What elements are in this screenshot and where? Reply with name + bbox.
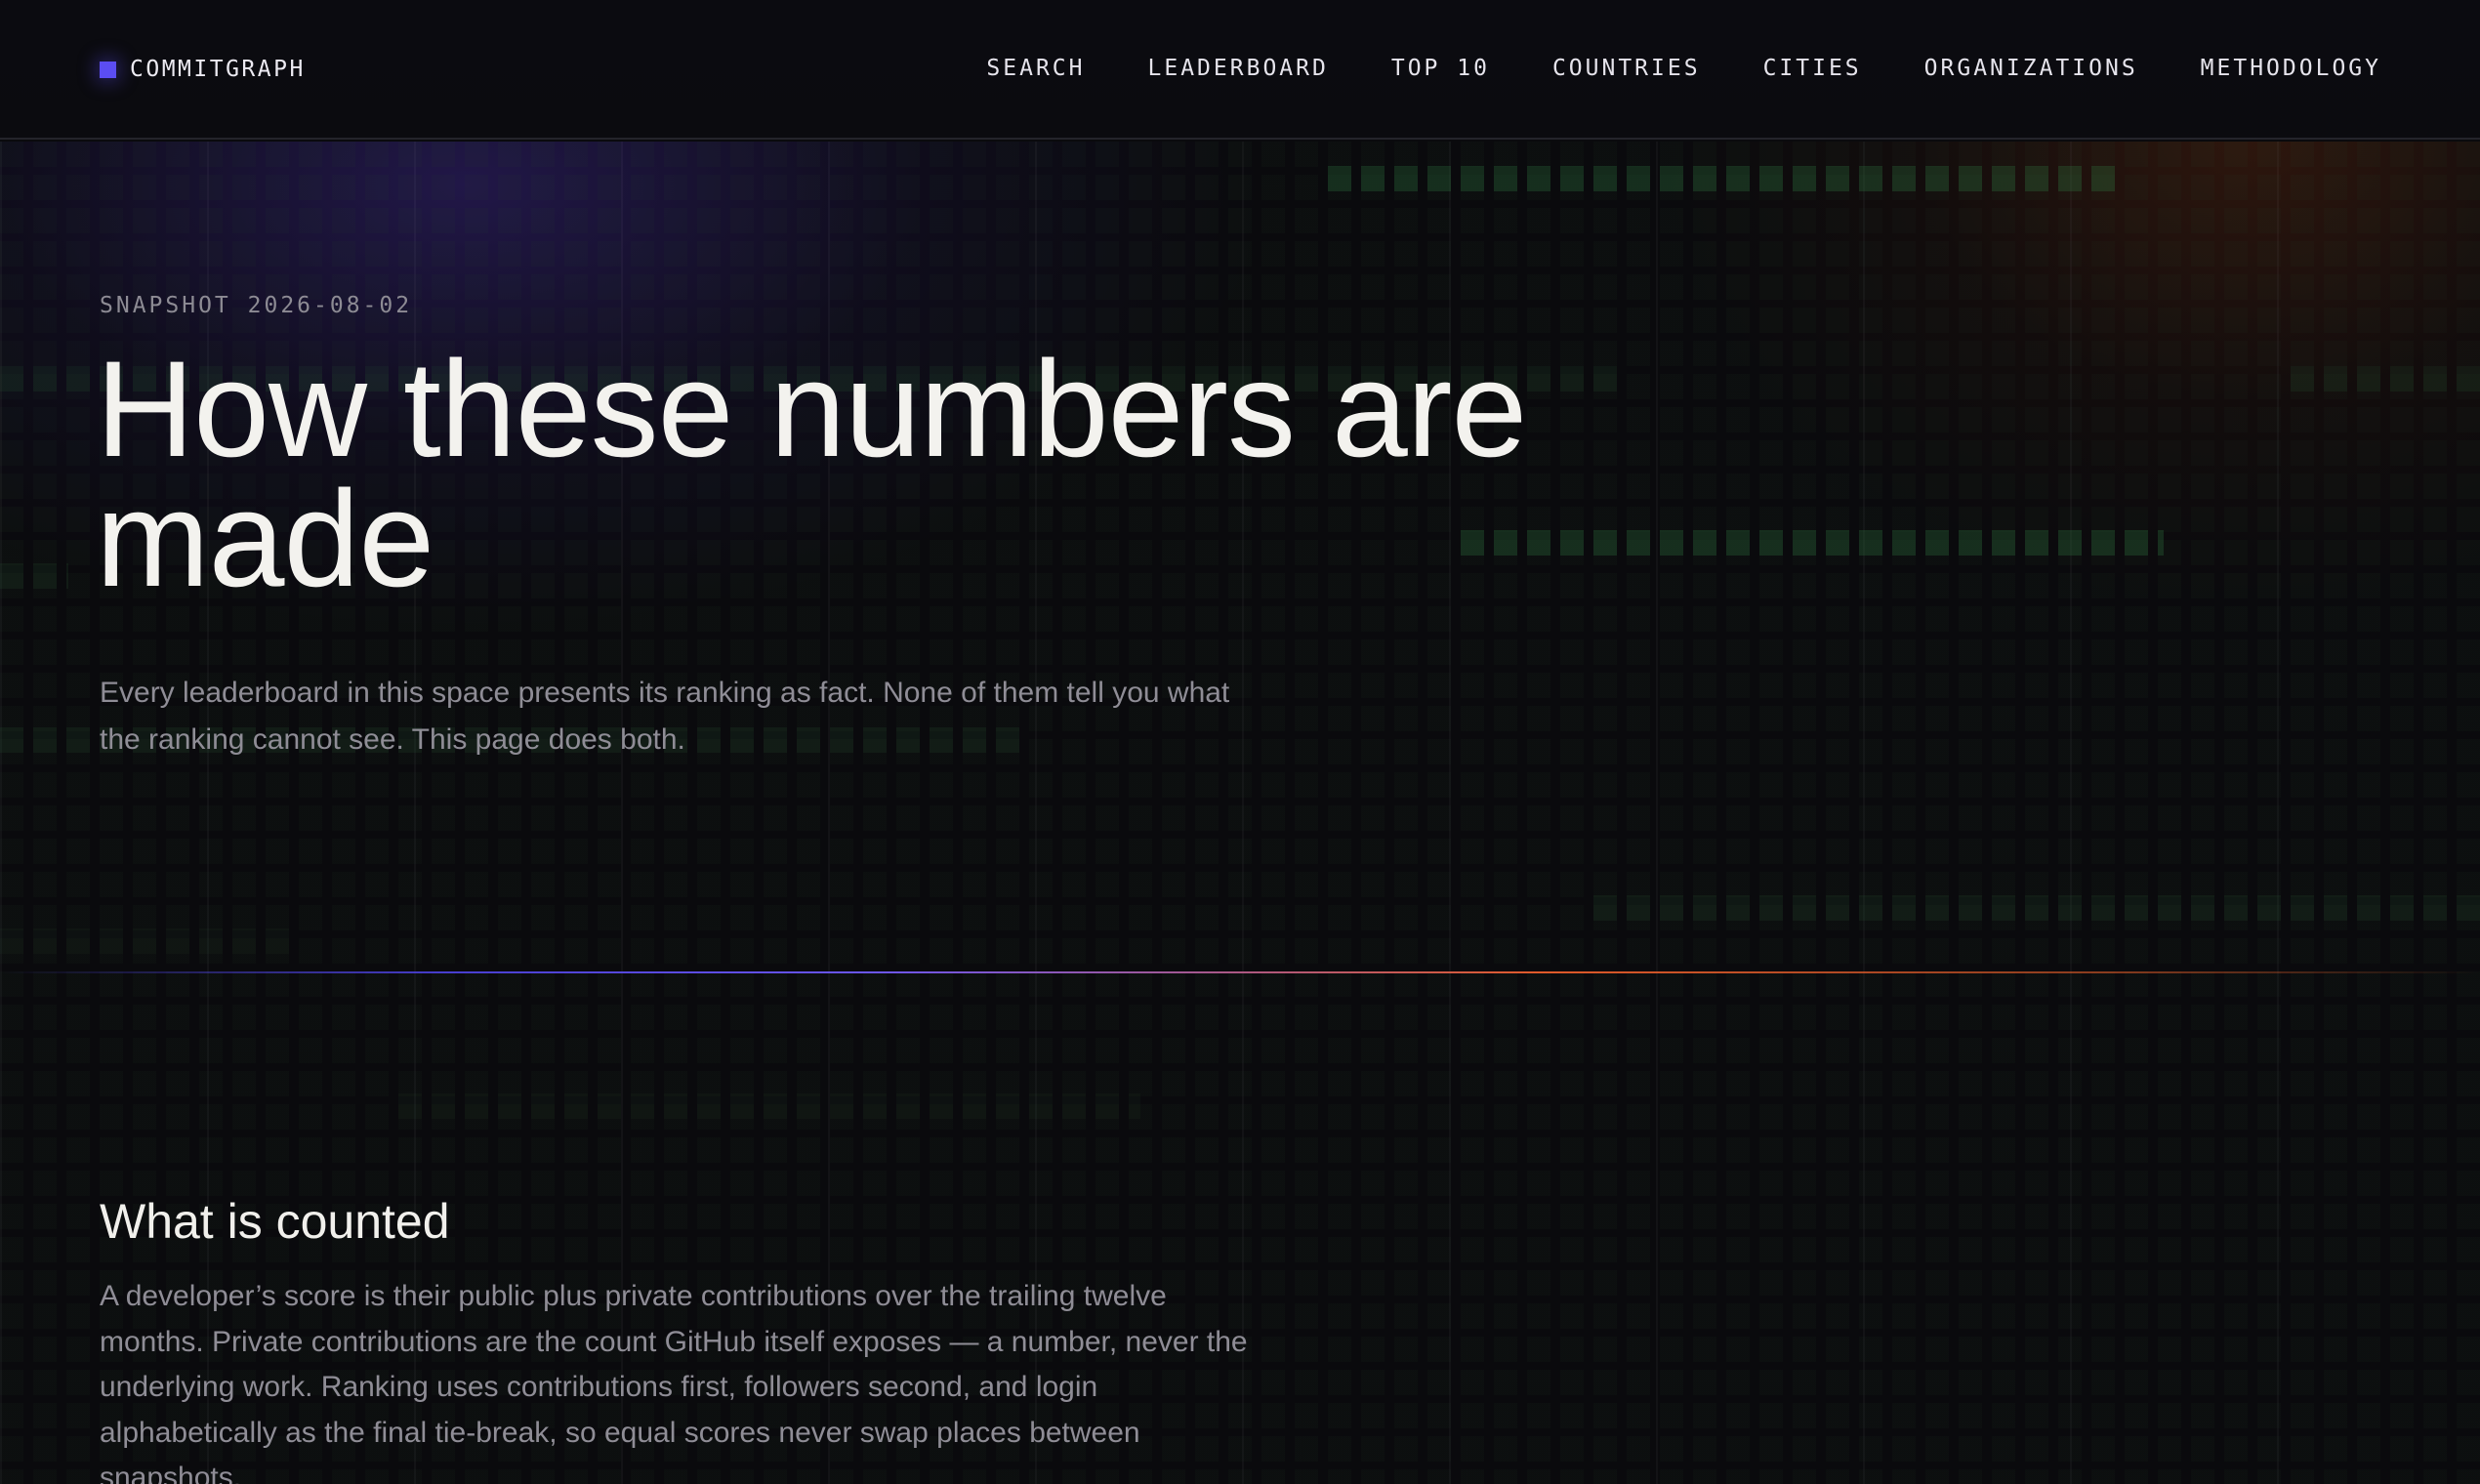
snapshot-date: SNAPSHOT 2026-08-02 xyxy=(100,293,413,318)
nav-item-top-10: TOP 10 xyxy=(1391,56,1490,81)
nav-item-countries: COUNTRIES xyxy=(1552,56,1701,81)
nav-item-search: SEARCH xyxy=(986,56,1085,81)
nav-menu: SEARCH LEADERBOARD TOP 10 COUNTRIES CITI… xyxy=(986,53,2381,84)
nav-item-cities: CITIES xyxy=(1763,56,1862,81)
nav-link-organizations[interactable]: ORGANIZATIONS xyxy=(1924,56,2138,81)
nav-link-cities[interactable]: CITIES xyxy=(1763,56,1862,81)
methodology-page: COMMITGRAPH SEARCH LEADERBOARD TOP 10 CO… xyxy=(0,0,2480,1484)
contribution-cell-row xyxy=(2291,366,2480,392)
contribution-cell-row xyxy=(398,1093,1140,1119)
contribution-cell-row xyxy=(1328,166,2119,191)
nav-link-search[interactable]: SEARCH xyxy=(986,56,1085,81)
section-body: A developer’s score is their public plus… xyxy=(100,1280,1248,1484)
contribution-cell-row xyxy=(1593,895,2480,921)
nav-link-top-10[interactable]: TOP 10 xyxy=(1391,56,1490,81)
contribution-cell-row xyxy=(0,928,293,954)
nav-link-methodology[interactable]: METHODOLOGY xyxy=(2201,56,2381,81)
brand-name: COMMITGRAPH xyxy=(130,57,306,82)
brand-home-link[interactable]: COMMITGRAPH xyxy=(100,55,306,84)
section-title: What is counted xyxy=(100,1194,450,1249)
nav-item-methodology: METHODOLOGY xyxy=(2201,56,2381,81)
nav-item-leaderboard: LEADERBOARD xyxy=(1148,56,1329,81)
nav-link-countries[interactable]: COUNTRIES xyxy=(1552,56,1701,81)
top-navigation: COMMITGRAPH SEARCH LEADERBOARD TOP 10 CO… xyxy=(0,0,2480,140)
nav-link-leaderboard[interactable]: LEADERBOARD xyxy=(1148,56,1329,81)
gradient-divider xyxy=(0,971,2480,973)
brand-square-icon xyxy=(100,61,116,78)
nav-item-organizations: ORGANIZATIONS xyxy=(1924,56,2138,81)
page-lede: Every leaderboard in this space presents… xyxy=(100,677,1230,756)
page-title: How these numbers are made xyxy=(96,332,1527,615)
contribution-cell-row xyxy=(0,563,68,589)
